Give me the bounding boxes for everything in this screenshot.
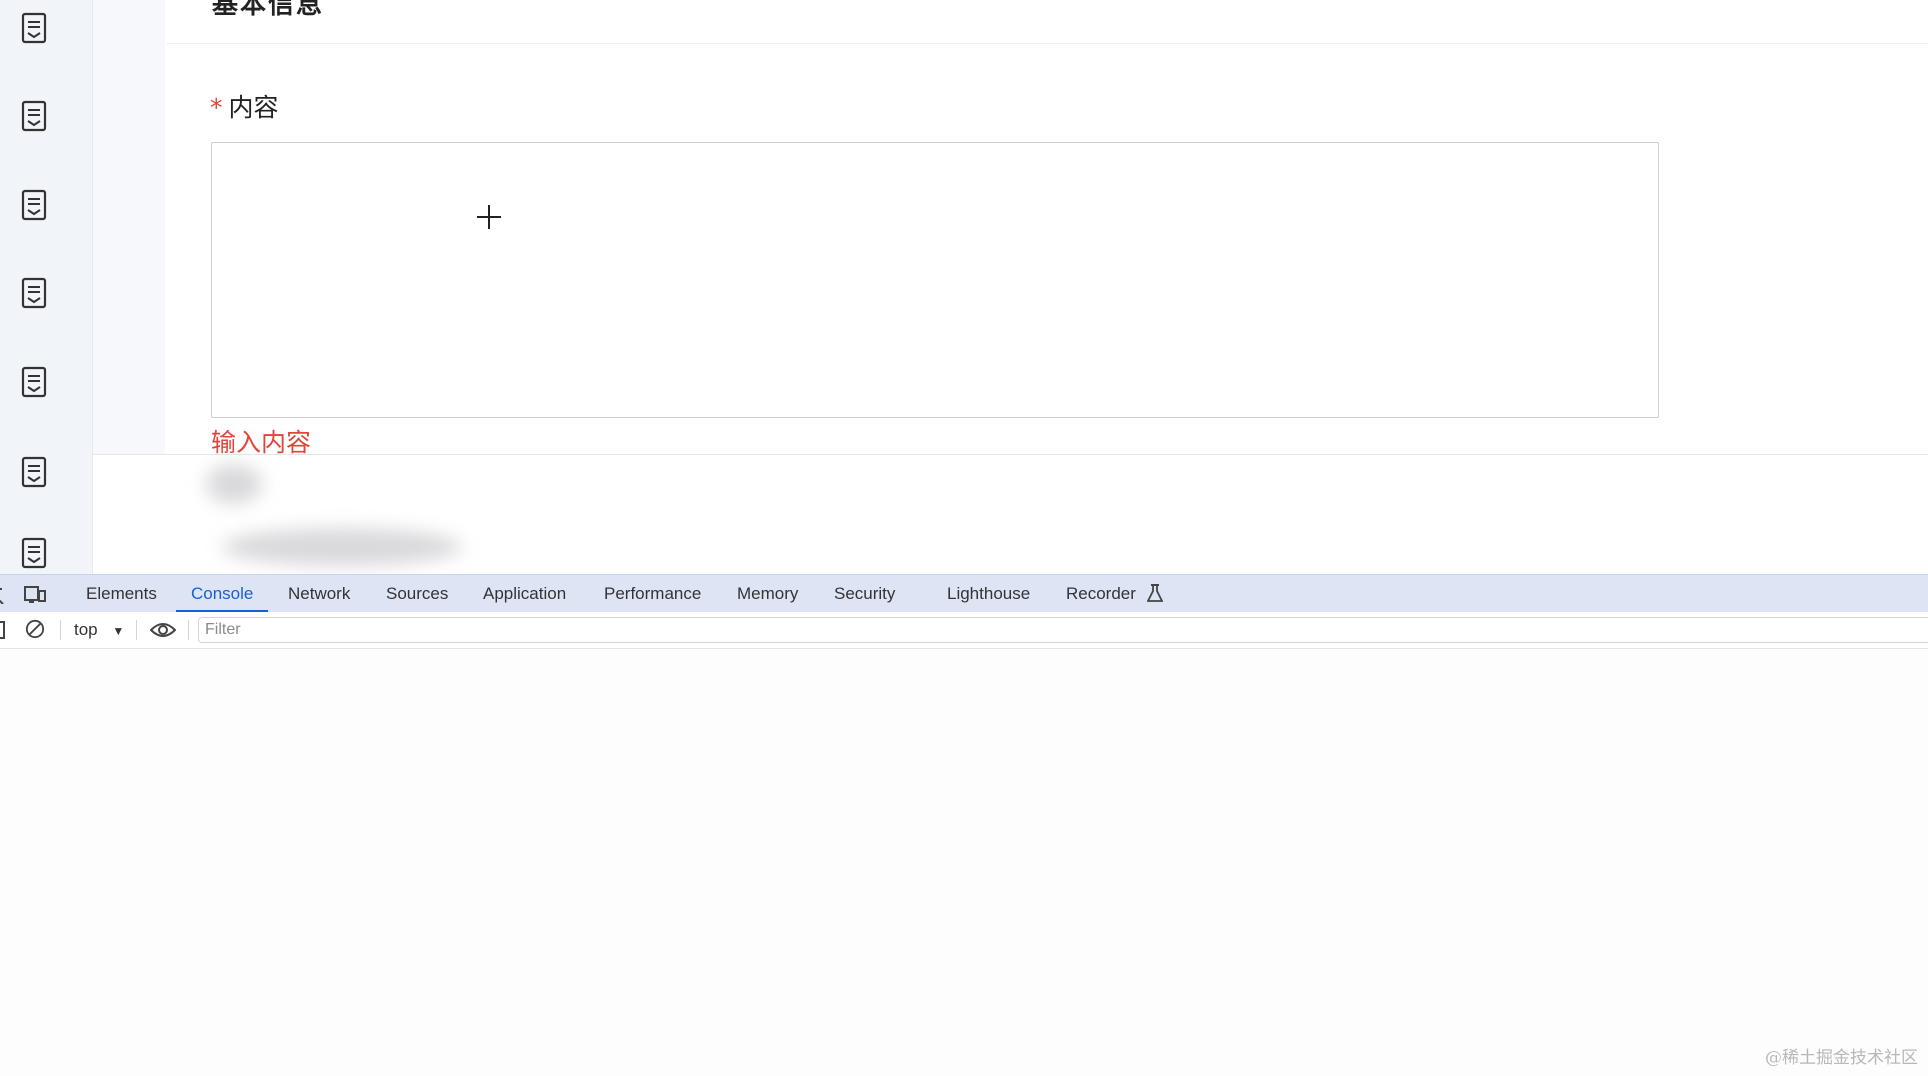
- tab-recorder[interactable]: Recorder: [1066, 575, 1164, 613]
- document-list-icon[interactable]: [20, 277, 48, 309]
- document-list-icon[interactable]: [20, 12, 48, 44]
- blurred-content: [206, 464, 262, 504]
- console-filter-input[interactable]: [198, 617, 1928, 643]
- clear-console-icon[interactable]: [24, 619, 46, 639]
- crosshair-cursor-icon: [477, 205, 501, 229]
- tab-security[interactable]: Security: [834, 575, 895, 613]
- toolbar-separator: [188, 620, 189, 640]
- document-list-icon[interactable]: [20, 100, 48, 132]
- content-editor[interactable]: [211, 142, 1659, 418]
- tab-console[interactable]: Console: [176, 575, 269, 613]
- document-list-icon[interactable]: [20, 456, 48, 488]
- tab-lighthouse[interactable]: Lighthouse: [947, 575, 1030, 613]
- left-icon-rail: [0, 0, 93, 574]
- devtools-tab-bar: Elements Console Network Sources Applica…: [0, 574, 1928, 613]
- tab-elements[interactable]: Elements: [86, 575, 157, 613]
- divider: [92, 454, 1928, 455]
- tab-sources[interactable]: Sources: [386, 575, 448, 613]
- required-mark: *: [210, 93, 223, 122]
- toolbar-separator: [60, 620, 61, 640]
- blurred-content: [222, 528, 462, 566]
- sidebar-toggle-icon[interactable]: [0, 620, 6, 640]
- device-toolbar-icon[interactable]: [24, 584, 46, 604]
- app-area: 基本信息 * 内容 输入内容: [0, 0, 1928, 574]
- eye-icon[interactable]: [150, 620, 176, 640]
- secondary-rail: [93, 0, 165, 455]
- document-list-icon[interactable]: [20, 537, 48, 569]
- tab-application[interactable]: Application: [483, 575, 566, 613]
- experiment-flask-icon: [1146, 584, 1164, 602]
- tab-memory[interactable]: Memory: [737, 575, 798, 613]
- context-selector-value: top: [74, 620, 98, 639]
- document-list-icon[interactable]: [20, 189, 48, 221]
- tab-network[interactable]: Network: [288, 575, 350, 613]
- divider: [166, 43, 1928, 44]
- watermark: @稀土掘金技术社区: [1765, 1048, 1918, 1068]
- document-list-icon[interactable]: [20, 366, 48, 398]
- context-selector[interactable]: top ▼: [74, 620, 124, 640]
- content-field-label: * 内容: [210, 88, 279, 124]
- dropdown-arrow-icon: ▼: [112, 624, 125, 638]
- console-toolbar: top ▼: [0, 612, 1928, 649]
- section-title: 基本信息: [212, 0, 325, 20]
- toolbar-separator: [136, 620, 137, 640]
- tab-performance[interactable]: Performance: [604, 575, 701, 613]
- inspect-element-icon[interactable]: [0, 584, 8, 604]
- tab-recorder-label: Recorder: [1066, 584, 1136, 603]
- field-label-text: 内容: [228, 93, 279, 122]
